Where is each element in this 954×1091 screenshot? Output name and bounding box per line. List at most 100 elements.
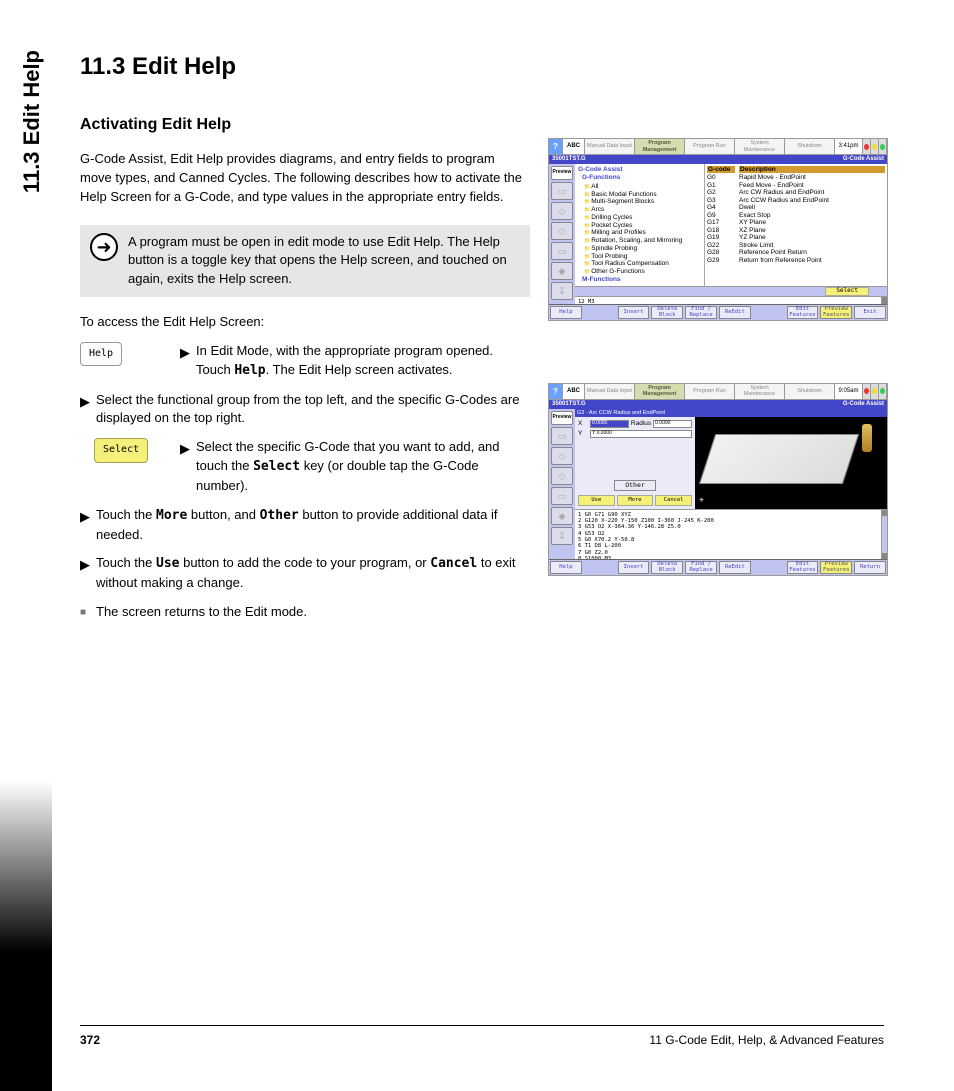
tree-item[interactable]: Milling and Profiles (578, 229, 701, 237)
gcode-cell[interactable]: G17 (707, 219, 735, 226)
abc-button[interactable]: ABC (563, 384, 585, 399)
sidebar-icon[interactable]: ◆ (551, 262, 573, 280)
use-button[interactable]: Use (578, 495, 615, 505)
tab-program-management[interactable]: Program Management (635, 384, 685, 399)
input-radius[interactable]: 0.0000 (653, 420, 692, 428)
softkey[interactable]: Delete Block (651, 306, 683, 319)
gcode-cell[interactable]: G19 (707, 234, 735, 241)
softkey[interactable]: Edit Features (787, 306, 819, 319)
preview-button[interactable]: Preview (551, 411, 573, 425)
gcode-cell[interactable]: G9 (707, 212, 735, 219)
other-button[interactable]: Other (614, 480, 656, 491)
softkey[interactable]: Edit Features (787, 561, 819, 574)
sidebar-icon[interactable]: ▭ (551, 427, 573, 445)
preview-button[interactable]: Preview (551, 166, 573, 180)
softkey[interactable]: Preview Features (820, 306, 852, 319)
tree-item[interactable]: Rotation, Scaling, and Mirroring (578, 237, 701, 245)
help-icon[interactable]: ? (549, 384, 563, 399)
select-button[interactable]: Select (825, 287, 869, 296)
softkey[interactable]: Insert (618, 561, 650, 574)
tree-item[interactable]: Multi-Segment Blocks (578, 198, 701, 206)
triangle-bullet-icon: ▶ (80, 393, 90, 412)
desc-cell[interactable]: Stroke Limit (739, 242, 885, 249)
sidebar-icon[interactable]: ▭ (551, 182, 573, 200)
cancel-button[interactable]: Cancel (655, 495, 692, 505)
desc-cell[interactable]: Rapid Move - EndPoint (739, 174, 885, 181)
tab-system-maintenance[interactable]: System Maintenance (735, 384, 785, 399)
sidebar-icon[interactable]: ◆ (551, 507, 573, 525)
softkey[interactable]: Help (550, 306, 582, 319)
tree-item[interactable]: Tool Probing (578, 253, 701, 261)
sidebar-icon[interactable]: ◇ (551, 447, 573, 465)
tree-item[interactable]: Drilling Cycles (578, 214, 701, 222)
sidebar-icon[interactable]: ◇ (551, 202, 573, 220)
gcode-cell[interactable]: G1 (707, 182, 735, 189)
tree-item[interactable]: Other G-Functions (578, 268, 701, 276)
softkey[interactable]: Insert (618, 306, 650, 319)
tab-system-maintenance[interactable]: System Maintenance (735, 139, 785, 154)
scrollbar[interactable] (881, 297, 887, 304)
gcode-cell[interactable]: G2 (707, 189, 735, 196)
help-softkey[interactable]: Help (80, 342, 122, 367)
sidebar-icon[interactable]: ◇ (551, 222, 573, 240)
tab-program-run[interactable]: Program Run (685, 139, 735, 154)
tab-program-management[interactable]: Program Management (635, 139, 685, 154)
tab-shutdown[interactable]: Shutdown (785, 139, 835, 154)
softkey[interactable]: ReEdit (719, 561, 751, 574)
desc-cell[interactable]: Return from Reference Point (739, 257, 885, 264)
tree-g-functions[interactable]: G-Functions (578, 174, 701, 181)
gcode-cell[interactable]: G29 (707, 257, 735, 264)
gcode-cell[interactable]: G4 (707, 204, 735, 211)
desc-cell[interactable]: XZ Plane (739, 227, 885, 234)
softkey[interactable]: Help (550, 561, 582, 574)
sidebar-icon[interactable]: ↧ (551, 527, 573, 545)
softkey[interactable]: Exit (854, 306, 886, 319)
abc-button[interactable]: ABC (563, 139, 585, 154)
sidebar-icon[interactable]: ▭ (551, 487, 573, 505)
input-y[interactable]: Y 0.0000 (590, 430, 692, 438)
square-bullet-icon: ■ (80, 606, 90, 621)
function-tree[interactable]: G-Code Assist G-Functions AllBasic Modal… (575, 164, 705, 286)
program-code-block[interactable]: 12 M313 G75 M76.2 W50.8 H2. Z-2. I100. J… (575, 296, 887, 304)
desc-cell[interactable]: Arc CCW Radius and EndPoint (739, 197, 885, 204)
gcode-cell[interactable]: G0 (707, 174, 735, 181)
help-icon[interactable]: ? (549, 139, 563, 154)
sidebar-icon[interactable]: ◇ (551, 467, 573, 485)
gcode-cell[interactable]: G3 (707, 197, 735, 204)
softkey[interactable]: Delete Block (651, 561, 683, 574)
g-code-list[interactable]: G-code G0G1G2G3G4G9G17G18G19G22G28G29 De… (705, 164, 887, 286)
tree-item[interactable]: Pocket Cycles (578, 222, 701, 230)
tab-program-run[interactable]: Program Run (685, 384, 735, 399)
gcode-cell[interactable]: G28 (707, 249, 735, 256)
tree-m-functions[interactable]: M-Functions (578, 276, 701, 283)
softkey[interactable]: Find / Replace (685, 306, 717, 319)
select-softkey[interactable]: Select (94, 438, 148, 463)
desc-cell[interactable]: YZ Plane (739, 234, 885, 241)
tree-item[interactable]: All (578, 183, 701, 191)
gcode-cell[interactable]: G18 (707, 227, 735, 234)
desc-cell[interactable]: XY Plane (739, 219, 885, 226)
softkey[interactable]: Preview Features (820, 561, 852, 574)
desc-cell[interactable]: Exact Stop (739, 212, 885, 219)
program-code-block[interactable]: 1 G0 G71 G90 XYZ2 G120 X-220 Y-150 Z100 … (575, 509, 887, 559)
gcode-cell[interactable]: G22 (707, 242, 735, 249)
desc-cell[interactable]: Reference Point Return (739, 249, 885, 256)
tree-item[interactable]: Spindle Probing (578, 245, 701, 253)
softkey[interactable]: Return (854, 561, 886, 574)
more-button[interactable]: More (617, 495, 654, 505)
tree-item[interactable]: Tool Radius Compensation (578, 260, 701, 268)
tree-item[interactable]: Basic Modal Functions (578, 191, 701, 199)
tree-item[interactable]: Arcs (578, 206, 701, 214)
desc-cell[interactable]: Feed Move - EndPoint (739, 182, 885, 189)
input-x[interactable]: 0.0000 (590, 420, 629, 428)
desc-cell[interactable]: Arc CW Radius and EndPoint (739, 189, 885, 196)
scrollbar[interactable] (881, 510, 887, 559)
sidebar-icon[interactable]: ▭ (551, 242, 573, 260)
sidebar-icon[interactable]: ↧ (551, 282, 573, 300)
softkey[interactable]: Find / Replace (685, 561, 717, 574)
softkey[interactable]: ReEdit (719, 306, 751, 319)
tab-manual-data-input[interactable]: Manual Data Input (585, 139, 635, 154)
tab-manual-data-input[interactable]: Manual Data Input (585, 384, 635, 399)
tab-shutdown[interactable]: Shutdown (785, 384, 835, 399)
desc-cell[interactable]: Dwell (739, 204, 885, 211)
